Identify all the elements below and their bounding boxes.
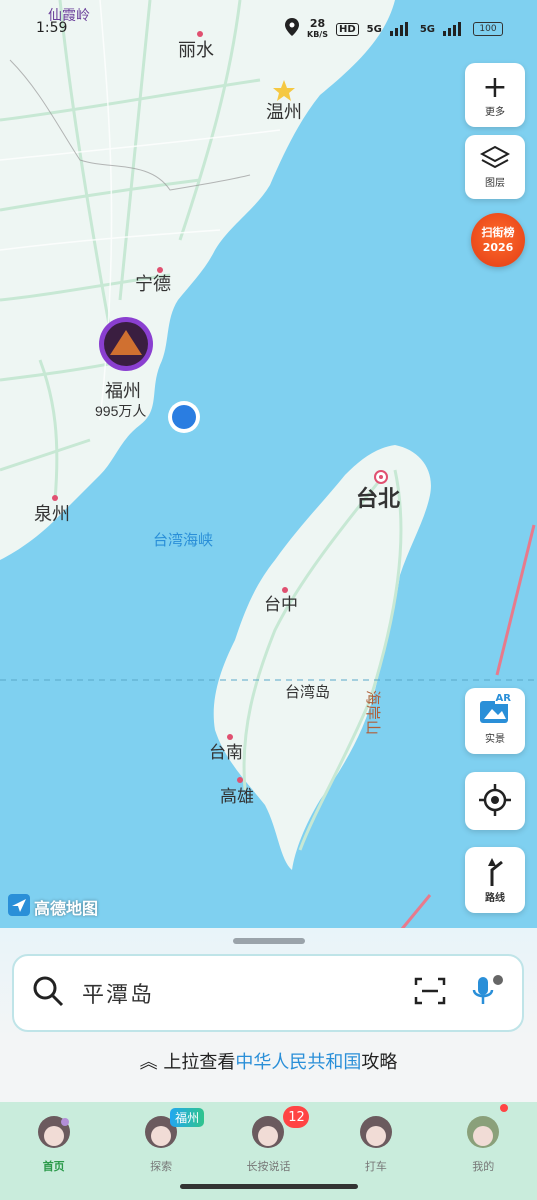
amap-watermark: 高德地图: [8, 894, 98, 920]
sim1-label: 5G: [366, 23, 382, 35]
layers-button[interactable]: 图层: [465, 135, 525, 199]
sim2-label: 5G: [419, 23, 435, 35]
poi-population: 995万人: [95, 403, 146, 419]
search-bar[interactable]: 平潭岛: [12, 954, 524, 1032]
rank-badge-button[interactable]: 扫街榜 2026: [471, 213, 525, 267]
hd-icon: HD: [335, 22, 359, 36]
locate-button[interactable]: [465, 772, 525, 830]
location-icon: [285, 18, 299, 40]
city-label-taizhong: 台中: [264, 595, 298, 614]
status-time: 1:59: [36, 20, 68, 36]
more-label: 更多: [485, 106, 505, 118]
city-label-taibei: 台北: [356, 486, 400, 511]
pull-up-hint[interactable]: ︽ 上拉查看中华人民共和国攻略: [0, 1048, 537, 1074]
crosshair-icon: [479, 783, 511, 819]
layers-label: 图层: [485, 178, 505, 189]
status-right: 28 KB/S HD 5G 5G 100: [285, 18, 503, 40]
strait-label: 台湾海峡: [153, 532, 213, 549]
rank-line2: 2026: [482, 241, 514, 254]
city-label-tainan: 台南: [209, 743, 243, 762]
tab-label: 首页: [42, 1160, 65, 1173]
city-label-quanzhou: 泉州: [34, 504, 70, 524]
battery-icon: 100: [473, 22, 503, 36]
plus-icon: +: [482, 69, 508, 105]
hint-suffix: 攻略: [361, 1052, 398, 1073]
anime-avatar-icon: [353, 1112, 399, 1152]
ar-icon: AR: [480, 693, 512, 726]
hint-highlight: 中华人民共和国: [235, 1052, 362, 1073]
tab-label: 打车: [364, 1160, 387, 1173]
sheet-handle[interactable]: [233, 938, 305, 944]
search-icon: [32, 975, 64, 1011]
home-indicator: [180, 1184, 358, 1189]
route-button[interactable]: 路线: [465, 847, 525, 913]
anime-avatar-icon: [460, 1112, 506, 1152]
route-label: 路线: [485, 893, 505, 904]
tab-mine[interactable]: 我的: [438, 1102, 528, 1200]
route-arrow-icon: [482, 856, 508, 889]
layers-icon: [479, 145, 511, 174]
signal-icon-2: [443, 22, 465, 36]
amap-watermark-text: 高德地图: [34, 899, 99, 918]
hint-prefix: 上拉查看: [163, 1052, 236, 1073]
city-label-taiwan-island: 台湾岛: [285, 684, 330, 701]
net-speed: 28 KB/S: [307, 16, 328, 39]
scan-icon[interactable]: [414, 977, 446, 1009]
status-bar: 1:59 28 KB/S HD 5G 5G 100: [0, 0, 537, 60]
tab-label: 探索: [150, 1160, 173, 1173]
search-input[interactable]: 平潭岛: [82, 977, 414, 1009]
mountain-label: 海岸山: [364, 690, 381, 735]
ar-badge: AR: [494, 693, 512, 704]
poi-name: 福州: [105, 381, 141, 401]
ar-label: 实景: [485, 734, 505, 745]
red-dot: [500, 1104, 509, 1112]
chevron-up-icon: ︽: [139, 1052, 164, 1073]
city-label-gaoxiong: 高雄: [220, 787, 254, 806]
tab-home[interactable]: 首页: [9, 1102, 99, 1200]
ar-button[interactable]: AR 实景: [465, 688, 525, 754]
city-label-ningde: 宁德: [135, 274, 171, 294]
anime-avatar-icon: [31, 1112, 77, 1152]
more-button[interactable]: + 更多: [465, 63, 525, 127]
tab-label: 我的: [472, 1160, 495, 1173]
microphone-icon[interactable]: [470, 974, 504, 1012]
signal-icon: [389, 22, 412, 36]
city-tag: 福州: [170, 1108, 205, 1127]
city-label-wenzhou: 温州: [266, 102, 302, 122]
tab-label: 长按说话: [246, 1160, 291, 1173]
amap-logo-icon: [8, 894, 30, 920]
notification-badge: 12: [283, 1106, 310, 1128]
rank-line1: 扫街榜: [481, 226, 515, 239]
